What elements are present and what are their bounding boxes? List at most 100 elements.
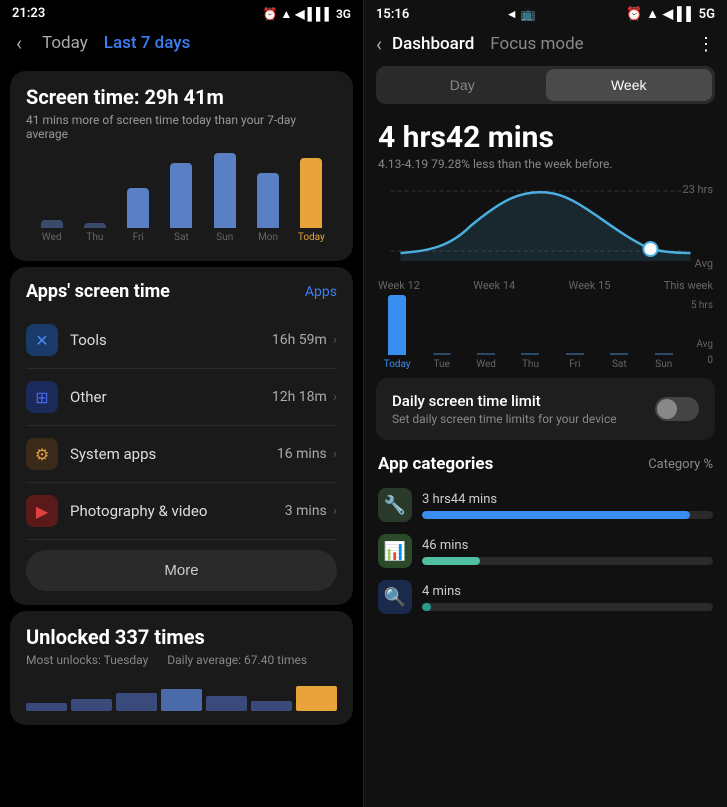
- mini-bar-5: [206, 696, 247, 711]
- x-week15: Week 15: [569, 279, 611, 292]
- bar-sat: [170, 163, 192, 228]
- most-unlocks: Most unlocks: Tuesday: [26, 653, 148, 667]
- bar-label-fri-r: Fri: [569, 359, 580, 370]
- main-screen-time-sub: 4.13-4.19 79.28% less than the week befo…: [364, 157, 727, 181]
- bar-col-wed-r: Wed: [467, 353, 505, 370]
- signal-icon: ▲: [646, 6, 659, 22]
- left-status-icons: ⏰ ▲ ◀ ▌▌▌ 3G: [262, 7, 351, 21]
- cat-info-3: 4 mins: [422, 584, 713, 611]
- cat-row-1[interactable]: 🔧 3 hrs44 mins: [364, 482, 727, 528]
- bar-col-tue-r: Tue: [422, 353, 460, 370]
- other-icon: ⊞: [26, 381, 58, 413]
- chevron-tools: ›: [333, 332, 337, 348]
- app-row-system[interactable]: ⚙ System apps 16 mins ›: [26, 426, 337, 483]
- bar-col-sun-r: Sun: [645, 353, 683, 370]
- right-panel: 15:16 ◄ 📺 ⏰ ▲ ◀ ▌▌ 5G ‹ Dashboard Focus …: [363, 0, 727, 807]
- cat-time-3: 4 mins: [422, 584, 713, 599]
- menu-dots-icon[interactable]: ⋮: [697, 34, 715, 55]
- bar-chart-left: Wed Thu Fri Sat Sun Mon: [26, 153, 337, 243]
- unlocked-mini-chart: [26, 681, 337, 711]
- chevron-system: ›: [333, 446, 337, 462]
- line-y-avg: Avg: [695, 257, 713, 270]
- bar-col-fri: Fri: [117, 188, 160, 243]
- app-row-other[interactable]: ⊞ Other 12h 18m ›: [26, 369, 337, 426]
- app-row-tools[interactable]: ✕ Tools 16h 59m ›: [26, 312, 337, 369]
- wifi-icon: ◀: [663, 7, 673, 22]
- unlocked-card: Unlocked 337 times Most unlocks: Tuesday…: [10, 611, 353, 725]
- screen-time-title: Screen time: 29h 41m: [26, 85, 337, 109]
- more-button[interactable]: More: [26, 550, 337, 591]
- cat-bar-bg-2: [422, 557, 713, 565]
- mini-bar-today: [296, 686, 337, 711]
- right-y-zero: 0: [707, 355, 713, 366]
- bar-col-sat: Sat: [160, 163, 203, 243]
- daily-limit-card: Daily screen time limit Set daily screen…: [376, 378, 715, 440]
- chevron-photo: ›: [333, 503, 337, 519]
- back-arrow-left[interactable]: ‹: [16, 31, 22, 55]
- bar-wed-r: [477, 353, 495, 355]
- apps-link[interactable]: Apps: [305, 284, 337, 300]
- cat-info-2: 46 mins: [422, 538, 713, 565]
- right-top-nav: ‹ Dashboard Focus mode ⋮: [364, 28, 727, 66]
- back-arrow-right[interactable]: ‹: [376, 32, 382, 56]
- line-chart-x-labels: Week 12 Week 14 Week 15 This week: [378, 279, 713, 292]
- system-icon: ⚙: [26, 438, 58, 470]
- alarm-icon: ⏰: [626, 7, 642, 22]
- right-bars: Today Tue Wed Thu Fri Sat: [378, 300, 713, 370]
- day-week-tabs: Day Week: [376, 66, 715, 104]
- cat-link[interactable]: Category %: [648, 457, 713, 472]
- bar-tue-r: [433, 353, 451, 355]
- bar-sat-r: [610, 353, 628, 355]
- bar-label-wed: Wed: [42, 232, 62, 243]
- right-status-icons: ⏰ ▲ ◀ ▌▌ 5G: [626, 6, 715, 22]
- bar-label-sun: Sun: [216, 232, 233, 243]
- bar-today-r: [388, 295, 406, 355]
- cat-bar-fill-3: [422, 603, 431, 611]
- toggle-knob: [657, 399, 677, 419]
- cat-bar-fill-1: [422, 511, 690, 519]
- categories-header: App categories Category %: [364, 448, 727, 482]
- nav-focus[interactable]: Focus mode: [490, 34, 583, 54]
- app-name-other: Other: [70, 388, 272, 406]
- limit-title: Daily screen time limit: [392, 392, 655, 410]
- bar-label-fri: Fri: [133, 232, 144, 243]
- nav-dashboard[interactable]: Dashboard: [392, 34, 474, 54]
- bar-mon: [257, 173, 279, 228]
- bar-fri-r: [566, 353, 584, 355]
- main-screen-time: 4 hrs42 mins: [364, 116, 727, 157]
- nav-today[interactable]: Today: [42, 33, 88, 53]
- limit-toggle[interactable]: [655, 397, 699, 421]
- daily-avg: Daily average: 67.40 times: [167, 653, 307, 667]
- bar-label-today: Today: [298, 232, 325, 243]
- app-name-photo: Photography & video: [70, 502, 285, 520]
- cat-bar-fill-2: [422, 557, 480, 565]
- bar-col-today-r: Today: [378, 295, 416, 370]
- limit-sub: Set daily screen time limits for your de…: [392, 412, 655, 426]
- app-row-photo[interactable]: ▶ Photography & video 3 mins ›: [26, 483, 337, 540]
- cat-row-3[interactable]: 🔍 4 mins: [364, 574, 727, 620]
- apps-title: Apps' screen time: [26, 281, 170, 302]
- app-time-system: 16 mins: [277, 446, 327, 462]
- bar-fri: [127, 188, 149, 228]
- bar-label-wed-r: Wed: [476, 359, 496, 370]
- app-time-tools: 16h 59m: [272, 332, 327, 348]
- nav-last7days[interactable]: Last 7 days: [104, 33, 191, 53]
- cat-bar-bg-1: [422, 511, 713, 519]
- line-chart-container: 23 hrs Avg Week 12 Week 14 Week 15 This …: [378, 181, 713, 292]
- bar-label-thu: Thu: [86, 232, 103, 243]
- app-time-photo: 3 mins: [285, 503, 327, 519]
- bar-label-sat: Sat: [174, 232, 189, 243]
- left-time: 21:23: [12, 6, 45, 21]
- right-nav-icon: ◄ 📺: [506, 7, 536, 21]
- x-week14: Week 14: [473, 279, 515, 292]
- tab-week[interactable]: Week: [546, 69, 713, 101]
- line-chart-svg: [378, 181, 713, 271]
- right-time: 15:16: [376, 7, 409, 22]
- cat-row-2[interactable]: 📊 46 mins: [364, 528, 727, 574]
- tab-day[interactable]: Day: [379, 69, 546, 101]
- battery-icon: ▌▌ 5G: [677, 6, 715, 22]
- cat-bar-bg-3: [422, 603, 713, 611]
- x-thisweek: This week: [664, 279, 713, 292]
- bar-col-wed: Wed: [30, 220, 73, 243]
- mini-bar-3: [116, 693, 157, 711]
